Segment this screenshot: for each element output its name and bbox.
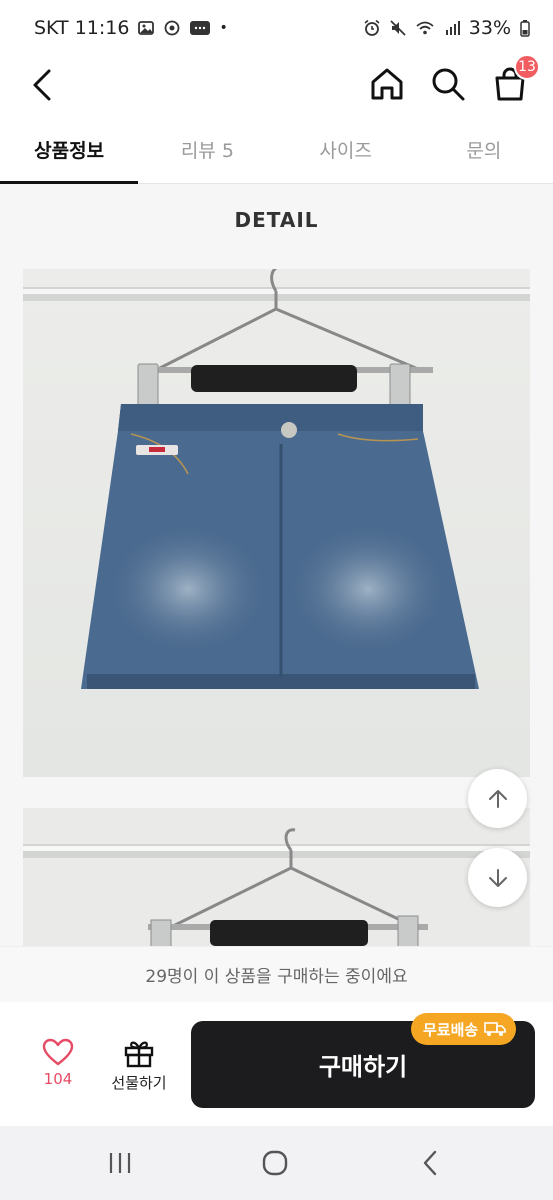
free-shipping-label: 무료배송 xyxy=(423,1020,479,1039)
scroll-down-button[interactable] xyxy=(468,848,527,907)
product-photo-2 xyxy=(23,808,530,948)
signal-icon xyxy=(445,21,460,35)
tab-product-info[interactable]: 상품정보 xyxy=(0,122,139,184)
product-photo xyxy=(23,269,530,777)
wifi-icon xyxy=(416,21,434,35)
back-nav-button[interactable] xyxy=(410,1146,450,1180)
recent-apps-icon xyxy=(109,1153,131,1173)
alarm-icon xyxy=(364,19,380,36)
purchase-notice: 29명이 이 상품을 구매하는 중이에요 xyxy=(0,946,553,1002)
message-icon xyxy=(190,21,211,35)
home-nav-button[interactable] xyxy=(255,1146,295,1180)
gift-button[interactable]: 선물하기 xyxy=(104,1038,174,1098)
system-nav-bar xyxy=(0,1126,553,1200)
app-header: 13 xyxy=(0,54,553,122)
home-circle-icon xyxy=(262,1150,288,1176)
status-left: SKT 11:16 • xyxy=(34,17,228,39)
gallery-icon xyxy=(138,21,155,35)
status-right: 33% xyxy=(363,17,531,39)
tab-size[interactable]: 사이즈 xyxy=(277,122,415,183)
product-detail-screen: SKT 11:16 • 33% 13 상품정보 리뷰 5 사이즈 문의 DETA… xyxy=(0,0,553,1200)
arrow-up-icon xyxy=(488,789,507,808)
like-count: 104 xyxy=(43,1070,73,1088)
scroll-up-button[interactable] xyxy=(468,769,527,828)
detail-heading: DETAIL xyxy=(234,208,319,232)
search-icon xyxy=(432,68,465,101)
free-shipping-badge: 무료배송 xyxy=(411,1013,517,1045)
denim-skirt-image xyxy=(23,269,530,777)
battery-icon xyxy=(520,20,530,37)
sync-icon xyxy=(165,20,180,36)
product-tabs: 상품정보 리뷰 5 사이즈 문의 xyxy=(0,122,553,184)
recent-apps-button[interactable] xyxy=(100,1146,140,1180)
like-button[interactable]: 104 xyxy=(28,1038,88,1098)
status-bar: SKT 11:16 • 33% xyxy=(0,0,553,56)
search-button[interactable] xyxy=(424,60,472,108)
battery-percent: 33% xyxy=(468,17,511,39)
mute-icon xyxy=(390,20,406,36)
denim-skirt-image-2 xyxy=(23,808,530,948)
home-icon xyxy=(371,68,403,100)
truck-icon xyxy=(484,1022,507,1036)
chevron-left-icon xyxy=(423,1150,437,1176)
cart-button[interactable]: 13 xyxy=(486,54,540,108)
back-icon xyxy=(33,69,51,101)
tab-reviews[interactable]: 리뷰 5 xyxy=(138,122,276,183)
heart-icon xyxy=(42,1038,74,1066)
bottom-action-bar: 104 선물하기 구매하기 무료배송 xyxy=(0,1002,553,1126)
back-button[interactable] xyxy=(22,62,62,108)
gift-label: 선물하기 xyxy=(111,1074,167,1092)
arrow-down-icon xyxy=(488,868,507,887)
tab-inquiry[interactable]: 문의 xyxy=(415,122,553,183)
purchase-notice-text: 29명이 이 상품을 구매하는 중이에요 xyxy=(145,967,408,987)
gift-icon xyxy=(124,1041,154,1068)
home-button[interactable] xyxy=(363,60,411,108)
buy-button-label: 구매하기 xyxy=(318,1053,408,1081)
notification-dot: • xyxy=(219,20,228,36)
cart-count-badge: 13 xyxy=(514,54,540,80)
carrier-time: SKT 11:16 xyxy=(34,17,130,39)
